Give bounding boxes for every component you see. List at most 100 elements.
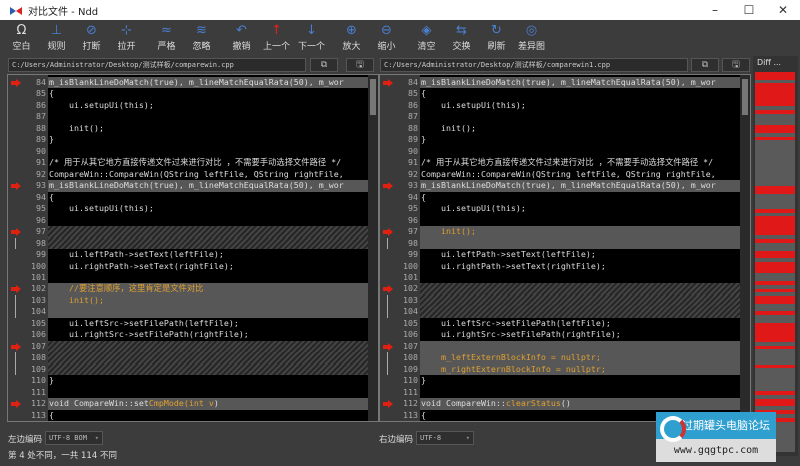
code-line[interactable]: 99 ui.leftPath->setText(leftFile); (380, 249, 740, 261)
code-line[interactable]: 106 ui.rightSrc->setFilePath(rightFile); (8, 329, 368, 341)
diff-arrow-icon[interactable] (10, 341, 22, 352)
diff-arrow-icon[interactable] (382, 77, 394, 88)
code-line[interactable]: 102 (380, 283, 740, 295)
code-line[interactable]: 107 (380, 340, 740, 353)
code-line[interactable]: 90 (8, 145, 368, 158)
toolbar-button-ignore[interactable]: ≋ 忽略 (184, 20, 219, 56)
code-line[interactable]: 101 (380, 271, 740, 284)
code-line[interactable]: 86 ui.setupUi(this); (8, 99, 368, 112)
code-line[interactable]: 90 (380, 145, 740, 158)
diff-arrow-icon[interactable] (10, 226, 22, 237)
code-line[interactable]: 107 (8, 340, 368, 353)
code-line[interactable]: 111 (380, 386, 740, 399)
code-line[interactable]: 100 ui.rightPath->setText(rightFile); (380, 260, 740, 272)
code-line[interactable]: 98 (380, 237, 740, 250)
code-line[interactable]: 109 m_rightExternBlockInfo = nullptr; (380, 363, 740, 376)
right-encoding-select[interactable]: UTF-8 ▾ (416, 431, 474, 445)
right-open-button[interactable]: ⧉ (691, 58, 719, 72)
diff-map[interactable]: Diff ... (753, 56, 798, 456)
diff-arrow-icon[interactable] (10, 180, 22, 191)
toolbar-button-zoom-in[interactable]: ⊕ 放大 (334, 20, 369, 56)
toolbar-button-strict[interactable]: ≈ 严格 (149, 20, 184, 56)
toolbar-button-diff-map[interactable]: ◎ 差异图 (514, 20, 549, 56)
diff-arrow-icon[interactable] (382, 398, 394, 409)
code-line[interactable]: 89} (380, 134, 740, 146)
code-line[interactable]: 103 (380, 294, 740, 307)
code-line[interactable]: 108 (8, 352, 368, 365)
left-editor[interactable]: 84 m_isBlankLineDoMatch(true), m_lineMatc… (7, 74, 379, 422)
diff-arrow-icon[interactable] (382, 283, 394, 294)
code-line[interactable]: 93 m_isBlankLineDoMatch(true), m_lineMatc… (8, 180, 368, 192)
code-line[interactable]: 112 void CompareWin::clearStatus() (380, 398, 740, 410)
code-line[interactable]: 86 ui.setupUi(this); (380, 99, 740, 112)
code-line[interactable]: 88 init(); (380, 122, 740, 135)
toolbar-button-clear[interactable]: ◈ 清空 (409, 20, 444, 56)
left-encoding-select[interactable]: UTF-8 BOM ▾ (45, 431, 103, 445)
code-line[interactable]: 96 (8, 214, 368, 227)
toolbar-button-spread[interactable]: ⊹ 拉开 (109, 20, 144, 56)
code-line[interactable]: 98 (8, 237, 368, 250)
code-line[interactable]: 97 (8, 226, 368, 238)
code-line[interactable]: 94{ (380, 191, 740, 204)
code-line[interactable]: 110} (8, 375, 368, 387)
diff-arrow-icon[interactable] (10, 77, 22, 88)
left-scrollbar[interactable] (368, 75, 378, 421)
code-line[interactable]: 113{ (8, 409, 368, 421)
code-line[interactable]: 87 (380, 111, 740, 123)
toolbar-button-arrow-down[interactable]: ↓ 下一个 (294, 20, 329, 56)
code-line[interactable]: 95 ui.setupUi(this); (380, 203, 740, 215)
code-line[interactable]: 105 ui.leftSrc->setFilePath(leftFile); (380, 317, 740, 330)
code-line[interactable]: 109 (8, 363, 368, 376)
code-line[interactable]: 92 CompareWin::CompareWin(QString leftFil… (380, 168, 740, 181)
diff-arrow-icon[interactable] (382, 180, 394, 191)
code-line[interactable]: 104 (380, 306, 740, 319)
code-line[interactable]: 97 init(); (380, 226, 740, 238)
code-line[interactable]: 100 ui.rightPath->setText(rightFile); (8, 260, 368, 272)
code-line[interactable]: 110} (380, 375, 740, 387)
right-path-input[interactable]: C:/Users/Administrator/Desktop/测试样板/comp… (380, 58, 688, 72)
left-open-button[interactable]: ⧉ (310, 58, 338, 72)
right-scrollbar[interactable] (740, 75, 750, 421)
toolbar-button-break[interactable]: ⊘ 打断 (74, 20, 109, 56)
code-line[interactable]: 85{ (380, 88, 740, 100)
minimize-button[interactable]: – (698, 0, 732, 20)
toolbar-button-undo[interactable]: ↶ 撤销 (224, 20, 259, 56)
code-line[interactable]: 95 ui.setupUi(this); (8, 203, 368, 215)
right-editor[interactable]: 84 m_isBlankLineDoMatch(true), m_lineMatc… (379, 74, 751, 422)
code-line[interactable]: 106 ui.rightSrc->setFilePath(rightFile); (380, 329, 740, 341)
code-line[interactable]: 93 m_isBlankLineDoMatch(true), m_lineMatc… (380, 180, 740, 192)
code-line[interactable]: 99 ui.leftPath->setText(leftFile); (8, 249, 368, 261)
code-line[interactable]: 103 init(); (8, 294, 368, 307)
code-line[interactable]: 91/* 用于从其它地方直接传递文件过来进行对比 ，不需要手动选择文件路径 */ (8, 157, 368, 169)
toolbar-button-arrow-up[interactable]: ↑ 上一个 (259, 20, 294, 56)
code-line[interactable]: 88 init(); (8, 122, 368, 135)
maximize-button[interactable]: ☐ (732, 0, 766, 20)
code-line[interactable]: 91/* 用于从其它地方直接传递文件过来进行对比 ，不需要手动选择文件路径 */ (380, 157, 740, 169)
right-save-button[interactable]: 🖫 (722, 58, 750, 72)
diff-arrow-icon[interactable] (10, 398, 22, 409)
code-line[interactable]: 92 CompareWin::CompareWin(QString leftFil… (8, 168, 368, 181)
code-line[interactable]: 108 m_leftExternBlockInfo = nullptr; (380, 352, 740, 365)
diff-arrow-icon[interactable] (382, 226, 394, 237)
toolbar-button-rule[interactable]: ⊥ 规则 (39, 20, 74, 56)
code-line[interactable]: 112 void CompareWin::setCmpMode(int v) (8, 398, 368, 410)
left-path-input[interactable]: C:/Users/Administrator/Desktop/测试样板/comp… (8, 58, 306, 72)
code-line[interactable]: 87 (8, 111, 368, 123)
code-line[interactable]: 85{ (8, 88, 368, 100)
code-line[interactable]: 102 //要注意顺序，这里肯定是文件对比 (8, 283, 368, 295)
toolbar-button-omega[interactable]: Ω 空白 (4, 20, 39, 56)
code-line[interactable]: 101 (8, 271, 368, 284)
left-save-button[interactable]: 🖫 (346, 58, 374, 72)
diff-arrow-icon[interactable] (382, 341, 394, 352)
code-line[interactable]: 84 m_isBlankLineDoMatch(true), m_lineMatc… (380, 77, 740, 89)
toolbar-button-zoom-out[interactable]: ⊖ 缩小 (369, 20, 404, 56)
diff-arrow-icon[interactable] (10, 283, 22, 294)
code-line[interactable]: 89} (8, 134, 368, 146)
close-button[interactable]: ✕ (766, 0, 800, 20)
code-line[interactable]: 94{ (8, 191, 368, 204)
toolbar-button-swap[interactable]: ⇆ 交换 (444, 20, 479, 56)
code-line[interactable]: 84 m_isBlankLineDoMatch(true), m_lineMatc… (8, 77, 368, 89)
code-line[interactable]: 96 (380, 214, 740, 227)
toolbar-button-refresh[interactable]: ↻ 刷新 (479, 20, 514, 56)
code-line[interactable]: 104 (8, 306, 368, 319)
